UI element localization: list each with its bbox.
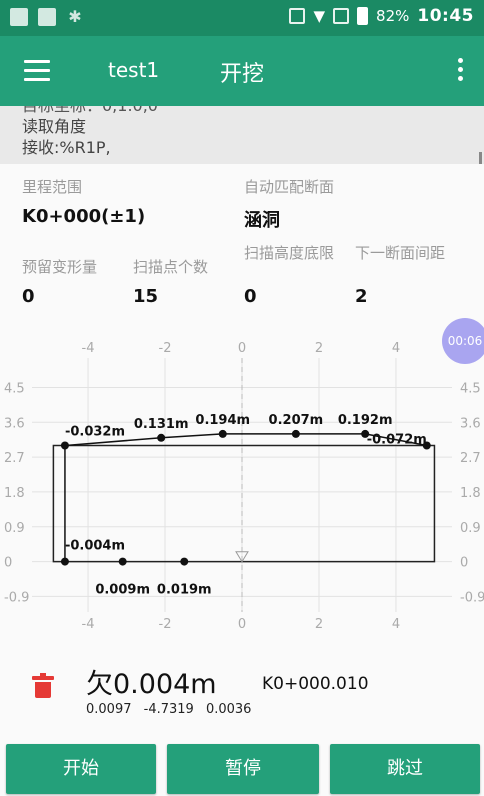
y-tick-left: 0 bbox=[4, 556, 12, 571]
point-label: 0.009m bbox=[95, 583, 150, 598]
cast-icon bbox=[289, 8, 306, 24]
deficit-value: 欠0.004m bbox=[86, 669, 217, 700]
app-root: ✱ ▼ 82% 10:45 test1 开挖 目标坐标：0,1.0,0 读取角度… bbox=[0, 0, 484, 796]
project-name: test1 bbox=[108, 58, 160, 82]
scan-point bbox=[118, 557, 127, 566]
scan-point bbox=[60, 557, 69, 566]
y-tick-right: 1.8 bbox=[460, 486, 481, 501]
scan-count-value: 15 bbox=[133, 286, 159, 307]
section-value: 涵洞 bbox=[244, 210, 280, 231]
log-panel[interactable]: 目标坐标：0,1.0,0 读取角度 接收:%R1P, bbox=[0, 106, 484, 164]
battery-icon bbox=[357, 7, 369, 25]
start-button[interactable]: 开始 bbox=[6, 744, 156, 794]
point-label: 0.019m bbox=[157, 583, 212, 598]
y-tick-right: 0 bbox=[460, 556, 468, 571]
point-label: -0.004m bbox=[65, 539, 125, 554]
trash-icon[interactable] bbox=[32, 673, 54, 698]
point-label: 0.207m bbox=[269, 413, 324, 428]
status-bar: ✱ ▼ 82% 10:45 bbox=[0, 0, 484, 36]
menu-icon[interactable] bbox=[24, 60, 50, 82]
log-line-partial: 目标坐标：0,1.0,0 bbox=[22, 106, 158, 115]
scan-point bbox=[157, 433, 166, 442]
result-panel: 欠0.004m K0+000.010 0.0097 -4.7319 0.0036 bbox=[0, 650, 484, 730]
scan-point bbox=[180, 557, 189, 566]
x-tick-bottom: 4 bbox=[392, 617, 400, 632]
section-label: 自动匹配断面 bbox=[244, 178, 335, 196]
log-scrollbar[interactable] bbox=[479, 152, 482, 164]
y-tick-right: 0.9 bbox=[460, 521, 481, 536]
x-tick-bottom: -2 bbox=[159, 617, 172, 632]
log-line-angle: 读取角度 bbox=[22, 117, 87, 136]
y-tick-right: 4.5 bbox=[460, 381, 481, 396]
reserve-value: 0 bbox=[22, 286, 35, 307]
point-label: -0.072m bbox=[367, 433, 427, 448]
skip-button[interactable]: 跳过 bbox=[330, 744, 480, 794]
wifi-icon: ▼ bbox=[313, 7, 326, 25]
notification-icons: ✱ bbox=[10, 8, 84, 26]
result-numbers: 0.0097 -4.7319 0.0036 bbox=[86, 702, 251, 717]
mileage-value: K0+000(±1) bbox=[22, 206, 146, 227]
x-tick-top: 4 bbox=[392, 341, 400, 356]
system-icons: ▼ 82% 10:45 bbox=[289, 6, 474, 26]
info-grid: 里程范围 K0+000(±1) 自动匹配断面 涵洞 扫描高度底限 下一断面间距 … bbox=[0, 164, 484, 314]
next-spacing-value: 2 bbox=[355, 286, 368, 307]
more-options-icon[interactable] bbox=[456, 58, 464, 84]
app-bar: test1 开挖 bbox=[0, 36, 484, 106]
pause-button[interactable]: 暂停 bbox=[167, 744, 319, 794]
x-tick-top: -2 bbox=[159, 341, 172, 356]
point-label: 0.131m bbox=[134, 417, 189, 432]
x-tick-bottom: -4 bbox=[82, 617, 95, 632]
scan-count-label: 扫描点个数 bbox=[133, 258, 209, 276]
result-n2: -4.7319 bbox=[143, 702, 194, 717]
battery-percent: 82% bbox=[376, 7, 410, 25]
next-spacing-label: 下一断面间距 bbox=[355, 244, 446, 262]
y-tick-left: 3.6 bbox=[4, 416, 25, 431]
x-tick-top: -4 bbox=[82, 341, 95, 356]
point-label: 0.194m bbox=[195, 413, 250, 428]
scan-point bbox=[218, 429, 227, 438]
image-icon bbox=[38, 8, 56, 26]
x-tick-bottom: 0 bbox=[238, 617, 246, 632]
clock: 10:45 bbox=[417, 6, 474, 26]
y-tick-left: -0.9 bbox=[4, 590, 29, 605]
station-value: K0+000.010 bbox=[262, 674, 369, 694]
x-tick-bottom: 2 bbox=[315, 617, 323, 632]
y-tick-left: 1.8 bbox=[4, 486, 25, 501]
height-limit-value: 0 bbox=[244, 286, 257, 307]
x-tick-top: 0 bbox=[238, 341, 246, 356]
timer-badge[interactable]: 00:06 bbox=[442, 318, 484, 364]
y-tick-left: 2.7 bbox=[4, 451, 25, 466]
point-label: -0.032m bbox=[65, 425, 125, 440]
y-tick-right: 2.7 bbox=[460, 451, 481, 466]
log-line-receive: 接收:%R1P, bbox=[22, 138, 111, 157]
scan-point bbox=[291, 429, 300, 438]
y-tick-left: 4.5 bbox=[4, 381, 25, 396]
x-tick-top: 2 bbox=[315, 341, 323, 356]
reserve-label: 预留变形量 bbox=[22, 258, 98, 276]
mileage-label: 里程范围 bbox=[22, 178, 83, 196]
bluetooth-icon: ✱ bbox=[68, 7, 82, 26]
y-tick-left: 0.9 bbox=[4, 521, 25, 536]
scan-point bbox=[60, 441, 69, 450]
point-label: 0.192m bbox=[338, 413, 393, 428]
result-n1: 0.0097 bbox=[86, 702, 132, 717]
y-tick-right: -0.9 bbox=[460, 590, 484, 605]
y-tick-right: 3.6 bbox=[460, 416, 481, 431]
result-n3: 0.0036 bbox=[205, 702, 252, 717]
action-bar: 开始 暂停 跳过 bbox=[0, 736, 484, 796]
page-title: 开挖 bbox=[219, 62, 264, 87]
no-signal-icon bbox=[333, 8, 350, 24]
section-profile-chart[interactable]: -4 -4 -2 -2 0 0 2 2 4 4 4.5 4.5 3.6 3.6 2.7 2.7 1.8 1.8 0.… bbox=[0, 318, 484, 640]
gallery-icon bbox=[10, 8, 28, 26]
height-limit-label: 扫描高度底限 bbox=[244, 244, 335, 262]
